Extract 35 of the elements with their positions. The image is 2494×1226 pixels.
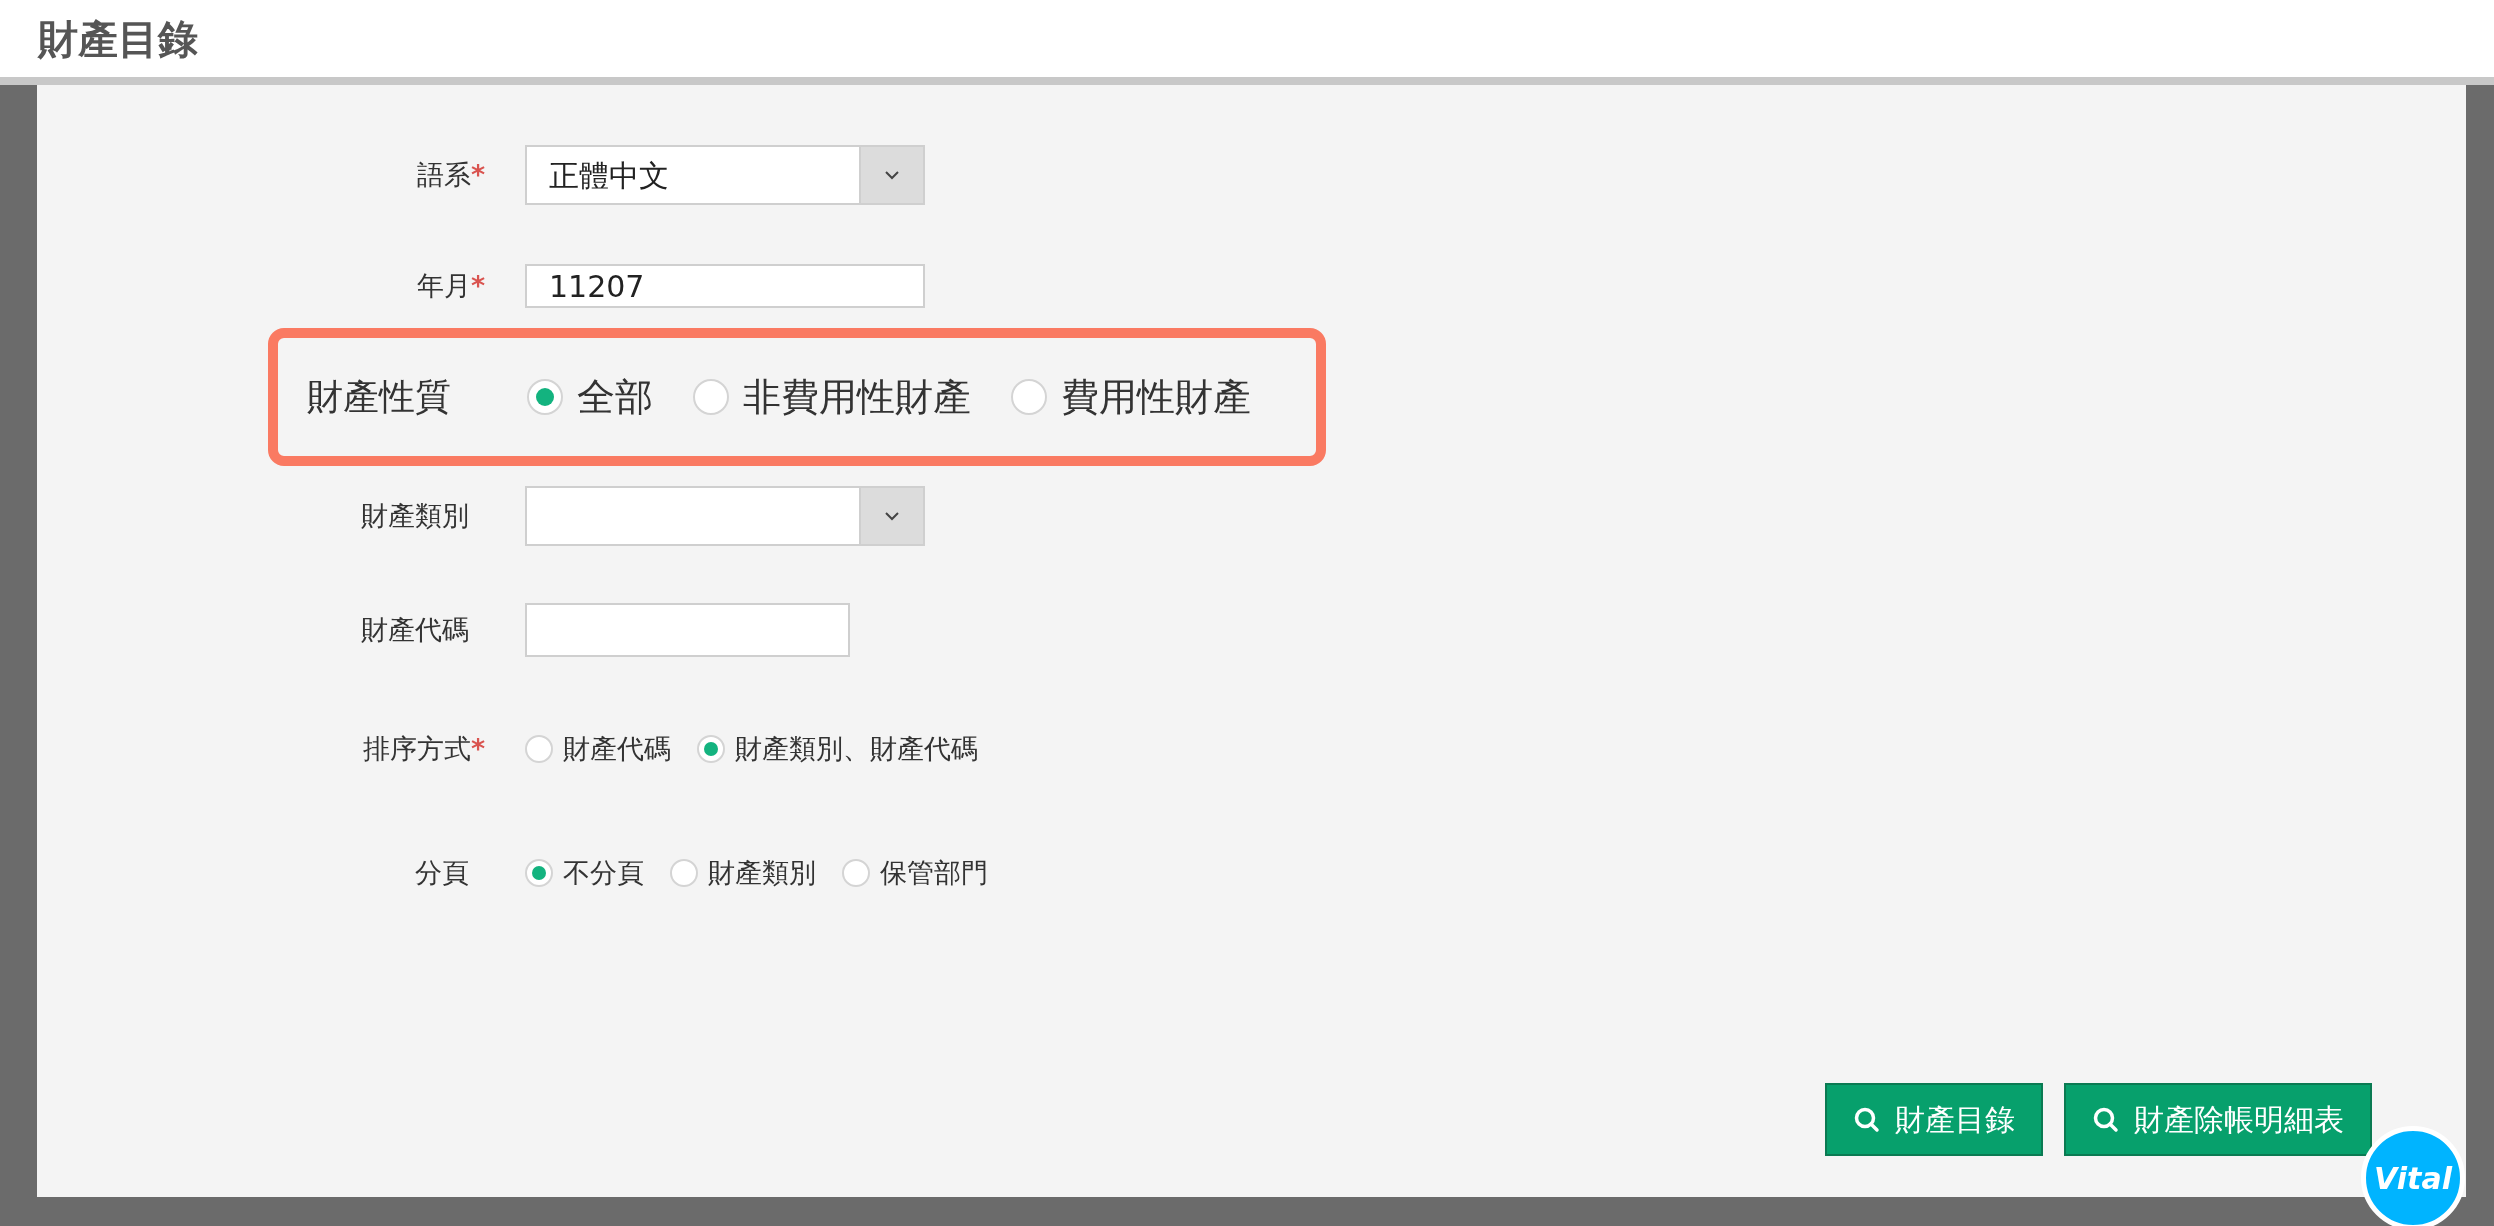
radio-button[interactable] bbox=[525, 858, 553, 887]
select-field[interactable] bbox=[525, 486, 925, 546]
search-icon bbox=[2092, 1105, 2120, 1134]
search-icon bbox=[1853, 1105, 1881, 1134]
field-label: 年月* bbox=[415, 268, 486, 303]
radio-button[interactable] bbox=[527, 379, 563, 415]
radio-button[interactable] bbox=[697, 735, 725, 764]
field-label: 財產性質 bbox=[307, 375, 452, 419]
page-title: 財產目錄 bbox=[38, 14, 198, 64]
select-field[interactable]: 正體中文 bbox=[525, 145, 925, 205]
chevron-down-icon bbox=[884, 511, 900, 521]
radio-option[interactable]: 非費用性財產 bbox=[693, 368, 971, 426]
field-label: 分頁 bbox=[414, 855, 470, 890]
field-label: 排序方式* bbox=[361, 732, 486, 766]
radio-option[interactable]: 財產類別 bbox=[670, 852, 816, 893]
field-label: 語系* bbox=[415, 157, 486, 192]
radio-button[interactable] bbox=[1011, 379, 1047, 415]
radio-option[interactable]: 全部 bbox=[527, 368, 653, 426]
radio-option[interactable]: 不分頁 bbox=[525, 852, 644, 893]
field-label: 財產代碼 bbox=[360, 612, 470, 647]
radio-option[interactable]: 財產代碼 bbox=[525, 729, 671, 770]
radio-option[interactable]: 費用性財產 bbox=[1011, 368, 1251, 426]
required-mark: * bbox=[470, 269, 485, 301]
radio-option[interactable]: 財產類別、財產代碼 bbox=[697, 729, 978, 770]
radio-button[interactable] bbox=[670, 858, 698, 887]
radio-button[interactable] bbox=[525, 735, 553, 764]
chevron-down-icon bbox=[884, 170, 900, 180]
radio-button[interactable] bbox=[842, 858, 870, 887]
radio-option[interactable]: 保管部門 bbox=[842, 852, 988, 893]
required-mark: * bbox=[470, 158, 485, 190]
radio-button[interactable] bbox=[693, 379, 729, 415]
field-label: 財產類別 bbox=[360, 498, 470, 533]
text-field[interactable] bbox=[525, 603, 850, 657]
text-field[interactable]: 11207 bbox=[525, 264, 925, 308]
required-mark: * bbox=[470, 733, 485, 764]
